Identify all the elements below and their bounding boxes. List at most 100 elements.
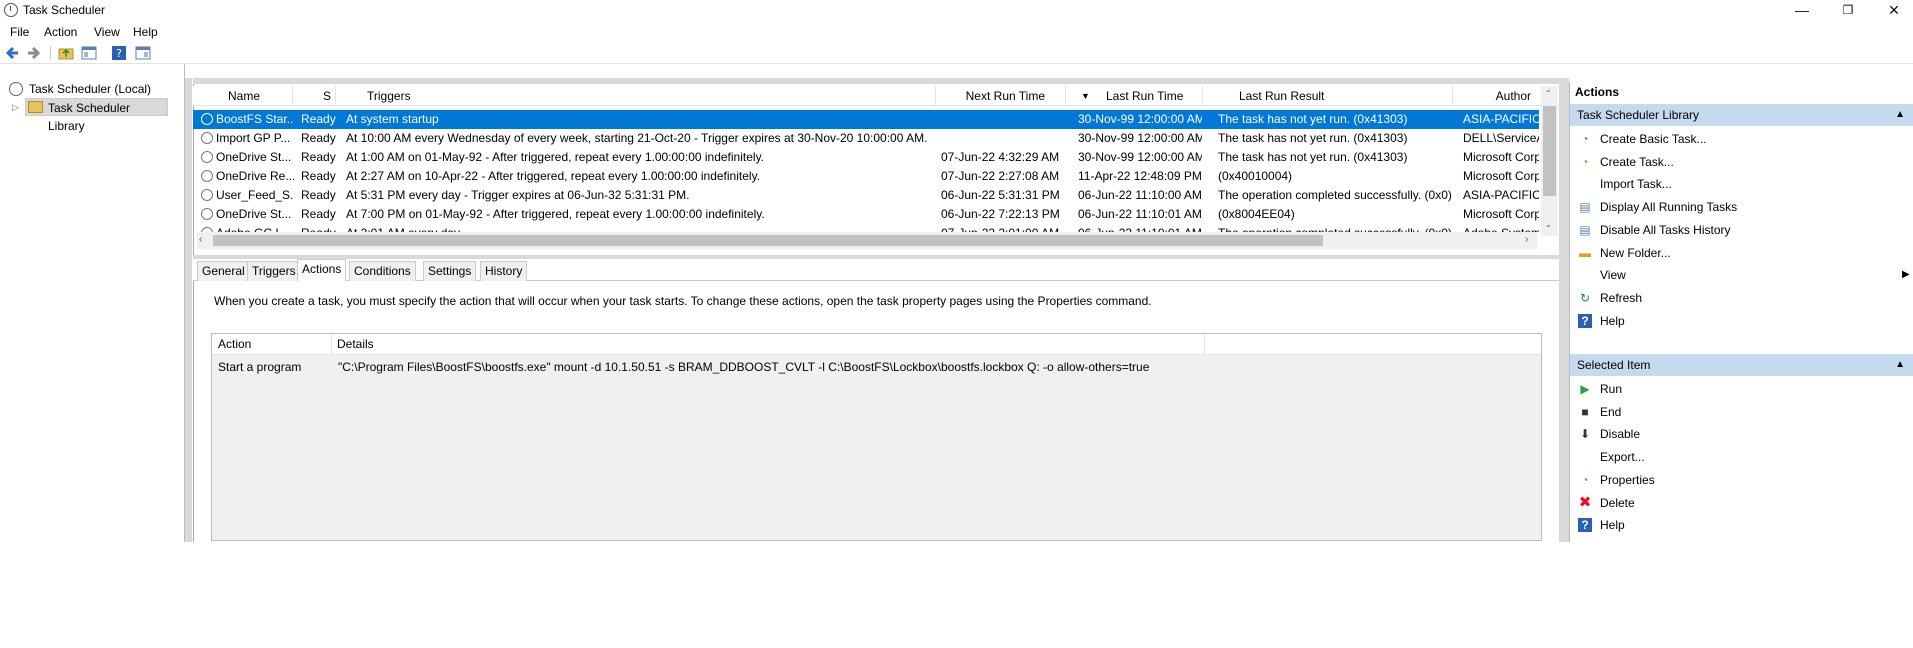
forward-arrow-icon[interactable]: [26, 45, 42, 61]
column-triggers[interactable]: Triggers: [336, 86, 936, 106]
action-view[interactable]: View ▶: [1574, 264, 1910, 286]
task-row[interactable]: BoostFS Star... Ready At system startup 30-…: [193, 110, 1539, 129]
tree-item-library[interactable]: Task Scheduler Library: [25, 98, 168, 133]
scroll-left-icon[interactable]: ‹: [199, 234, 202, 245]
action-help[interactable]: ? Help: [1574, 514, 1904, 536]
collapse-up-icon[interactable]: ▲: [1895, 354, 1905, 376]
action-disable-all-tasks-history[interactable]: ▤ Disable All Tasks History: [1574, 219, 1904, 241]
scroll-down-icon[interactable]: ⌄: [1545, 220, 1552, 229]
close-button[interactable]: ✕: [1871, 0, 1913, 22]
up-folder-icon[interactable]: [58, 45, 74, 61]
tree-item-local-label: Task Scheduler (Local): [29, 82, 152, 96]
tab-settings[interactable]: Settings: [423, 261, 477, 281]
left-splitter[interactable]: [185, 78, 192, 542]
column-details[interactable]: Details: [332, 334, 1205, 354]
folder-icon: [28, 101, 43, 113]
task-row[interactable]: Adobe GC I... Ready At 2:01 AM every day07…: [193, 224, 1539, 232]
task-next-run: 07-Jun-22 2:27:08 AM: [941, 169, 1060, 183]
task-triggers: At system startup: [346, 112, 439, 126]
show-hide-console-tree-icon[interactable]: [81, 45, 97, 61]
task-clock-icon: [201, 189, 213, 201]
tab-general[interactable]: General: [197, 261, 250, 281]
column-author[interactable]: Author: [1453, 86, 1539, 106]
section-selected-item[interactable]: Selected Item ▲: [1570, 354, 1913, 376]
column-next-run[interactable]: Next Run Time: [936, 86, 1066, 106]
task-next-run: 06-Jun-22 5:31:31 PM: [941, 188, 1060, 202]
help-icon: ?: [1578, 518, 1592, 533]
action-label: Disable: [1600, 427, 1641, 442]
task-row[interactable]: Import GP P... Ready At 10:00 AM every Wed…: [193, 129, 1539, 148]
task-name: BoostFS Star...: [216, 112, 294, 126]
tab-conditions[interactable]: Conditions: [349, 261, 416, 281]
tree-item-local[interactable]: Task Scheduler (Local): [8, 80, 178, 98]
task-author: Microsoft Corp: [1463, 169, 1539, 183]
task-name: OneDrive St...: [216, 150, 292, 164]
show-action-pane-icon[interactable]: [135, 45, 151, 61]
action-label: New Folder...: [1600, 245, 1671, 260]
task-row[interactable]: OneDrive St... Ready At 7:00 PM on 01-May-…: [193, 205, 1539, 224]
task-row[interactable]: User_Feed_S... Ready At 5:31 PM every day …: [193, 186, 1539, 205]
tab-triggers[interactable]: Triggers: [247, 261, 301, 281]
action-create-basic-task[interactable]: ◔ Create Basic Task...: [1574, 128, 1904, 150]
action-help[interactable]: ? Help: [1574, 310, 1904, 332]
task-name: OneDrive Re...: [216, 169, 294, 183]
task-status: Ready: [301, 207, 336, 221]
menu-file[interactable]: File: [10, 25, 29, 39]
action-label: View: [1600, 268, 1626, 283]
task-last-result: The task has not yet run. (0x41303): [1218, 112, 1408, 126]
action-label: Import Task...: [1600, 177, 1672, 192]
column-status[interactable]: S: [293, 86, 336, 106]
task-next-run: 07-Jun-22 2:01:00 AM: [941, 224, 1063, 232]
tab-actions[interactable]: Actions: [297, 259, 347, 282]
help-icon[interactable]: ?: [111, 45, 127, 61]
menu-action[interactable]: Action: [44, 25, 77, 39]
right-splitter[interactable]: [1559, 78, 1569, 542]
task-name: OneDrive St...: [216, 207, 292, 221]
collapse-up-icon[interactable]: ▲: [1895, 104, 1905, 126]
refresh-icon: ↻: [1579, 290, 1591, 305]
task-clock-icon: [201, 208, 213, 220]
column-name[interactable]: Name: [193, 86, 293, 106]
task-last-run: 30-Nov-99 12:00:00 AM: [1078, 150, 1202, 164]
column-action[interactable]: Action: [212, 334, 332, 354]
task-list-vertical-scrollbar[interactable]: ⌃ ⌄: [1541, 86, 1558, 236]
toolbar: ?: [0, 42, 1913, 64]
action-refresh[interactable]: ↻ Refresh: [1574, 287, 1904, 309]
horizontal-scroll-thumb[interactable]: [213, 235, 1323, 246]
task-list-header: Name S Triggers Next Run Time ▼ Last Run…: [193, 86, 1559, 106]
running-tasks-icon: ▤: [1579, 200, 1591, 215]
svg-text:?: ?: [116, 47, 122, 60]
column-last-run[interactable]: Last Run Time: [1066, 86, 1203, 106]
action-import-task[interactable]: Import Task...: [1574, 173, 1904, 195]
action-run[interactable]: ▶ Run: [1574, 378, 1904, 400]
create-basic-task-icon: ◔: [1581, 132, 1589, 146]
action-delete[interactable]: ✖ Delete: [1574, 492, 1904, 514]
scroll-thumb[interactable]: [1543, 106, 1556, 196]
section-selected-label: Selected Item: [1577, 358, 1651, 372]
task-list-horizontal-scrollbar[interactable]: ‹ ›: [197, 232, 1537, 249]
action-end[interactable]: ■ End: [1574, 401, 1904, 423]
section-task-scheduler-library[interactable]: Task Scheduler Library ▲: [1570, 104, 1913, 126]
action-properties[interactable]: ◔ Properties: [1574, 469, 1904, 491]
menu-help[interactable]: Help: [133, 25, 158, 39]
action-disable[interactable]: ⬇ Disable: [1574, 423, 1904, 445]
action-create-task[interactable]: ◔ Create Task...: [1574, 151, 1904, 173]
task-last-result: (0x8004EE04): [1218, 207, 1295, 221]
chevron-right-icon[interactable]: ▷: [12, 102, 19, 113]
tab-history[interactable]: History: [480, 261, 528, 281]
action-new-folder[interactable]: ▬ New Folder...: [1574, 242, 1904, 264]
action-display-all-running-tasks[interactable]: ▤ Display All Running Tasks: [1574, 196, 1904, 218]
menu-view[interactable]: View: [94, 25, 120, 39]
column-last-result[interactable]: Last Run Result: [1203, 86, 1453, 106]
task-row[interactable]: OneDrive St... Ready At 1:00 AM on 01-May-…: [193, 148, 1539, 167]
minimize-button[interactable]: —: [1779, 0, 1825, 22]
back-arrow-icon[interactable]: [4, 45, 20, 61]
scroll-up-icon[interactable]: ⌃: [1545, 89, 1552, 98]
task-last-result: The operation completed successfully. (0…: [1218, 224, 1454, 232]
restore-button[interactable]: ❐: [1825, 0, 1871, 22]
task-author: Microsoft Corp: [1463, 207, 1539, 221]
task-row[interactable]: OneDrive Re... Ready At 2:27 AM on 10-Apr-…: [193, 167, 1539, 186]
task-last-run: 11-Apr-22 12:48:09 PM: [1078, 169, 1202, 183]
scroll-right-icon[interactable]: ›: [1525, 234, 1528, 245]
action-export[interactable]: Export...: [1574, 446, 1904, 468]
